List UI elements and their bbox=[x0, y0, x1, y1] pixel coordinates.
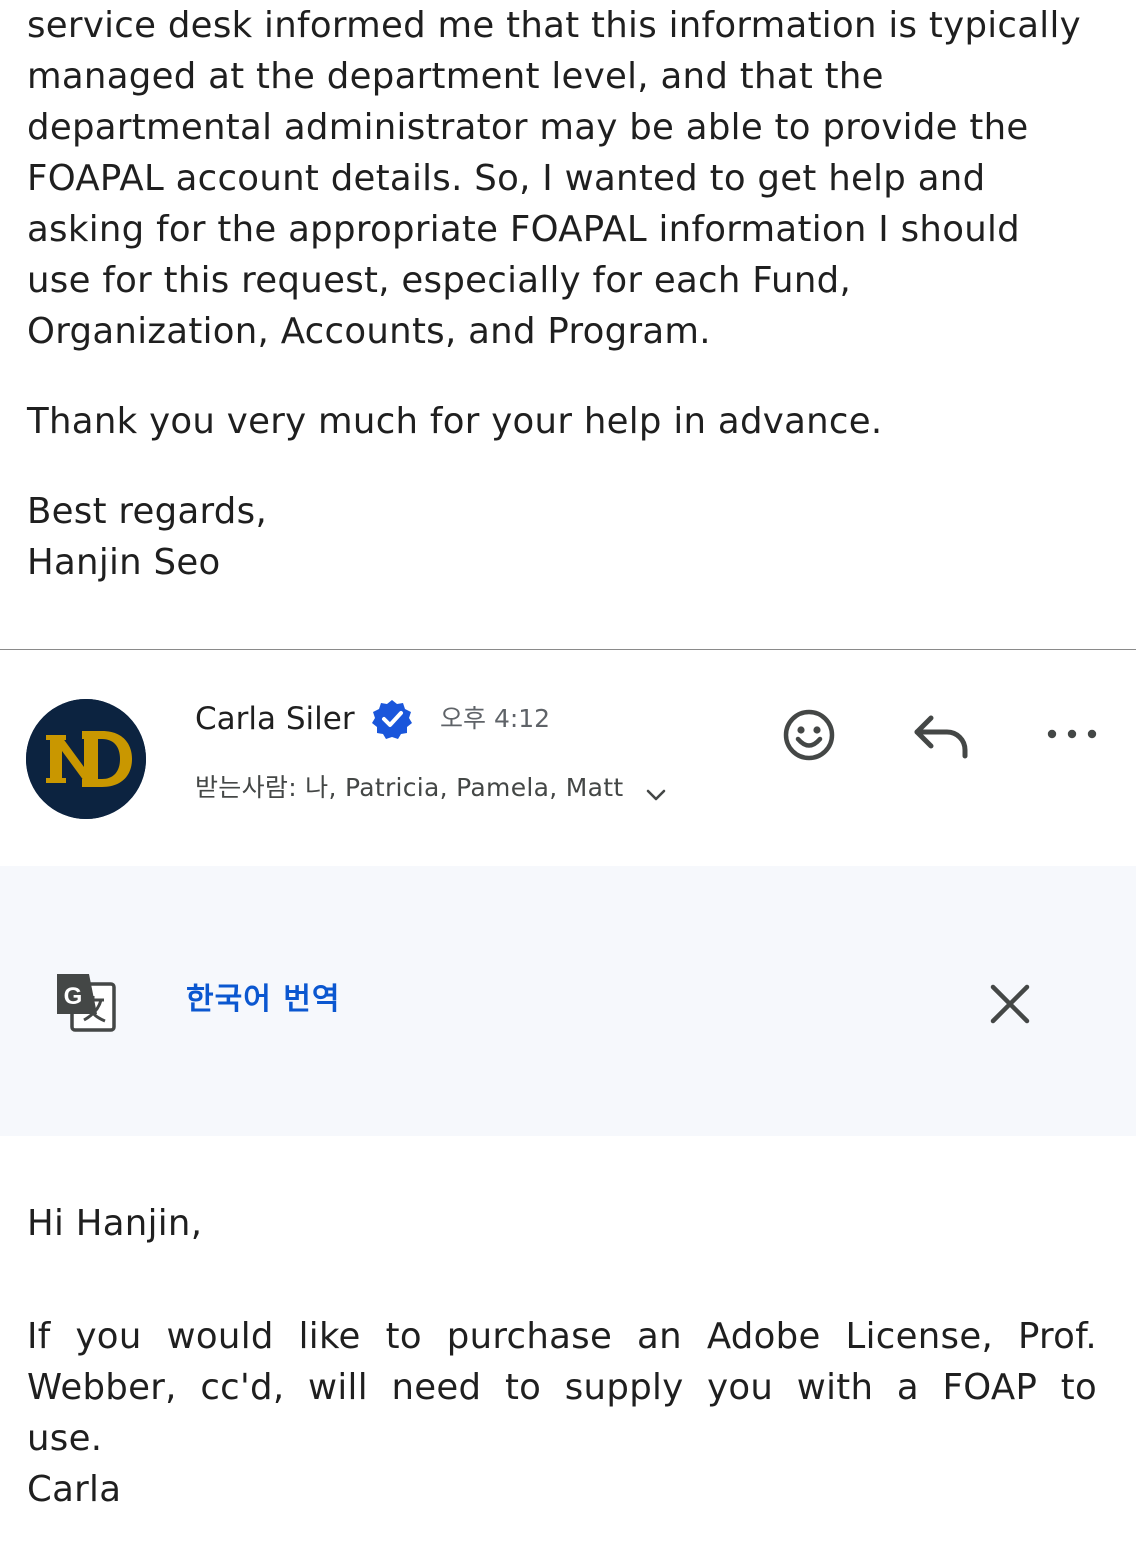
reply-signature: Carla bbox=[27, 1469, 122, 1510]
translate-korean-link[interactable]: 한국어 번역 bbox=[186, 980, 340, 1020]
thanks-line: Thank you very much for your help in adv… bbox=[27, 401, 883, 442]
more-options-icon bbox=[1047, 729, 1097, 739]
text-line: departmental administrator may be able t… bbox=[27, 107, 1029, 148]
emoji-reaction-icon bbox=[783, 709, 835, 761]
greeting: Hi Hanjin, bbox=[27, 1203, 203, 1244]
translate-bar bbox=[0, 866, 1136, 1136]
message-time: 오후 4:12 bbox=[440, 704, 551, 733]
signature-name: Hanjin Seo bbox=[27, 542, 221, 583]
text-line: use for this request, especially for eac… bbox=[27, 260, 852, 301]
recipients-line[interactable]: 받는사람: 나, Patricia, Pamela, Matt bbox=[195, 772, 623, 804]
reply-paragraph: If you would like to purchase an Adobe L… bbox=[27, 1311, 1097, 1464]
text-line: Webber, cc'd, will need to supply you wi… bbox=[27, 1367, 1097, 1408]
google-translate-icon: G bbox=[57, 974, 116, 1032]
emoji-reaction-button[interactable] bbox=[778, 704, 840, 766]
previous-message-paragraph: service desk informed me that this infor… bbox=[27, 0, 1081, 357]
text-line: asking for the appropriate FOAPAL inform… bbox=[27, 209, 1021, 250]
previous-signature: Best regards, Hanjin Seo bbox=[27, 486, 267, 588]
avatar[interactable] bbox=[26, 699, 146, 819]
message-divider bbox=[0, 649, 1136, 650]
notre-dame-logo-icon bbox=[26, 699, 146, 819]
text-line: service desk informed me that this infor… bbox=[27, 5, 1081, 46]
text-line: FOAPAL account details. So, I wanted to … bbox=[27, 158, 986, 199]
closing-line: Best regards, bbox=[27, 491, 268, 532]
text-line: managed at the department level, and tha… bbox=[27, 56, 884, 97]
sender-name[interactable]: Carla Siler bbox=[195, 699, 355, 739]
verified-badge-icon bbox=[372, 700, 412, 739]
more-options-button[interactable] bbox=[1040, 714, 1104, 754]
chevron-down-icon[interactable] bbox=[643, 782, 669, 808]
text-line: Organization, Accounts, and Program. bbox=[27, 311, 711, 352]
close-icon[interactable] bbox=[984, 978, 1036, 1030]
text-line: use. bbox=[27, 1418, 103, 1459]
reply-button[interactable] bbox=[906, 706, 976, 766]
svg-text:G: G bbox=[64, 983, 83, 1010]
reply-icon bbox=[914, 715, 968, 759]
text-line: If you would like to purchase an Adobe L… bbox=[27, 1316, 1097, 1357]
